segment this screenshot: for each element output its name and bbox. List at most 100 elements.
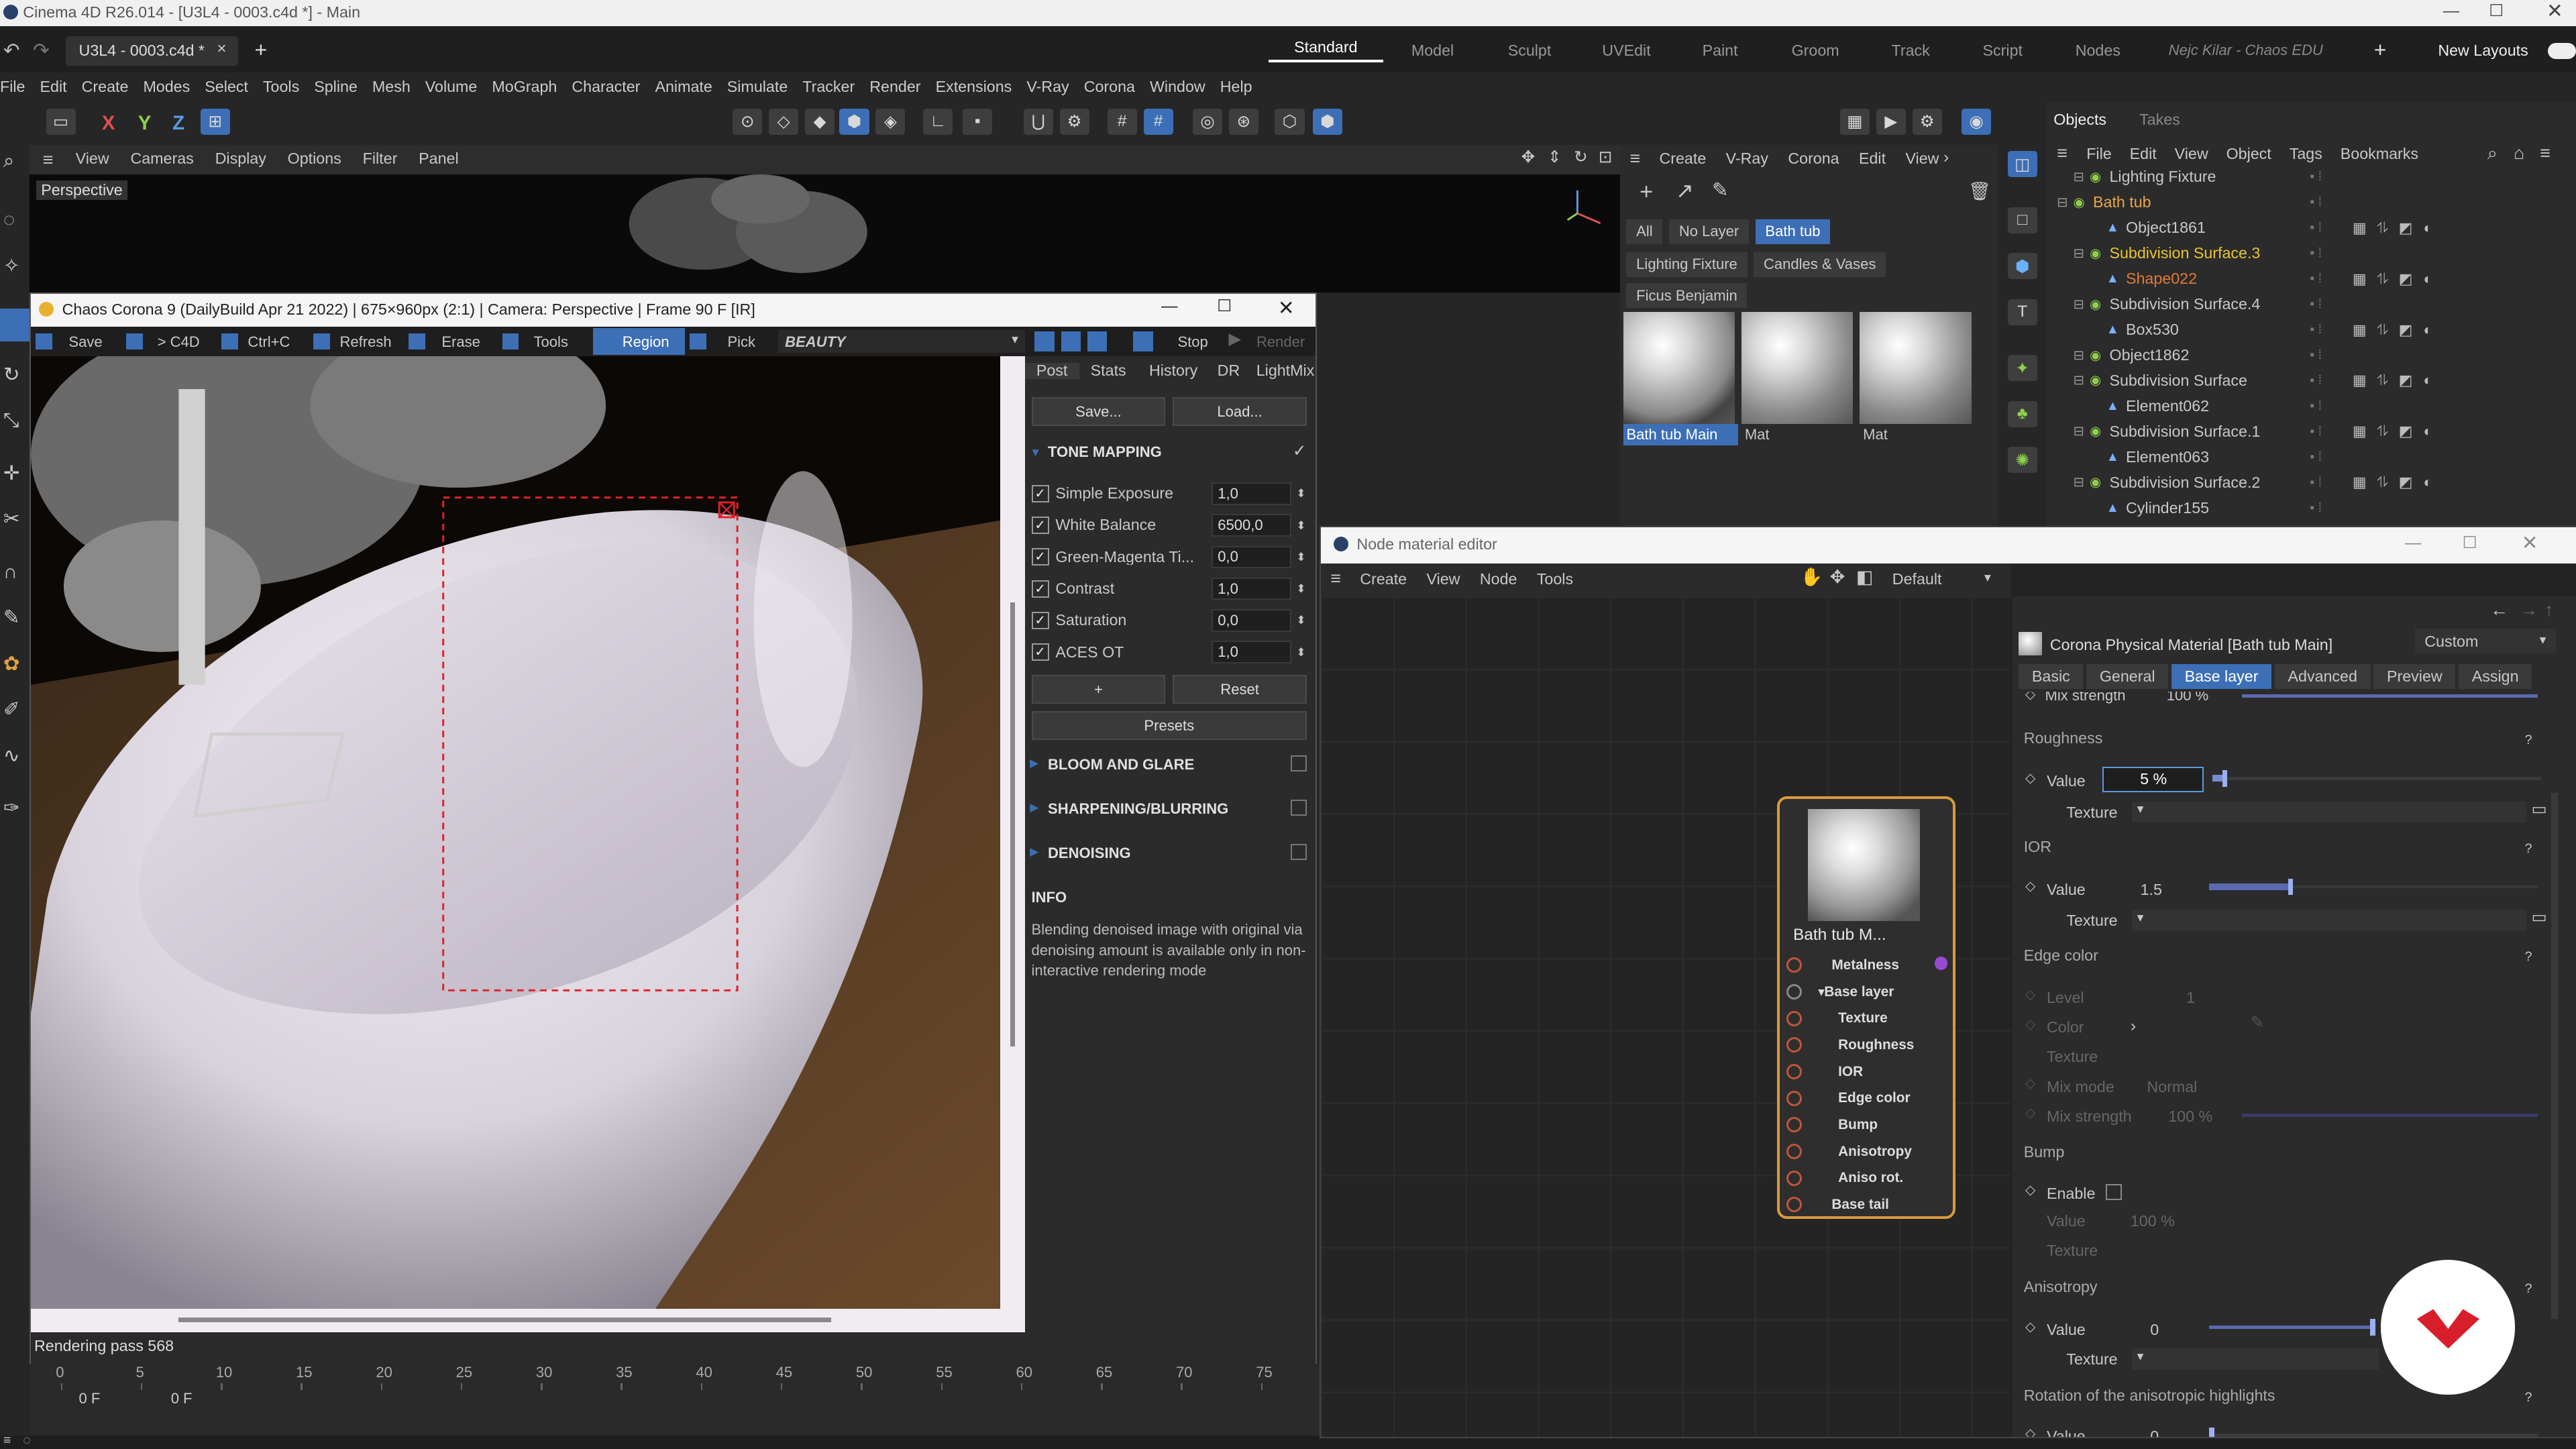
- help-icon[interactable]: ?: [2525, 733, 2532, 747]
- keyframe-icon[interactable]: ◇: [2025, 1320, 2035, 1334]
- node-menu-item[interactable]: Node: [1480, 572, 1517, 587]
- collapse-icon[interactable]: ▶: [1030, 845, 1038, 857]
- param-checkbox[interactable]: ✓: [1031, 611, 1049, 629]
- zoom-icon[interactable]: ⇕: [1548, 149, 1562, 166]
- object-row[interactable]: ▲ Object1861 ▪ ⁞ ▦ ⥮ ◩ ◐: [2047, 215, 2576, 241]
- trash-icon[interactable]: 🗑: [1968, 182, 1991, 201]
- make-editable-icon[interactable]: ▭: [46, 108, 76, 135]
- zoom-out-icon[interactable]: [1061, 331, 1081, 352]
- viewport[interactable]: Perspective: [30, 174, 1620, 292]
- scale-tool-icon[interactable]: ⤡: [3, 411, 19, 430]
- attr-scrollbar[interactable]: [2551, 793, 2558, 1320]
- visibility-icon[interactable]: ▪ ⁞: [2310, 424, 2353, 439]
- add-layout-icon[interactable]: +: [2374, 39, 2387, 61]
- tools-icon[interactable]: [502, 333, 519, 350]
- keyframe-icon[interactable]: ◇: [2025, 771, 2035, 786]
- node-port[interactable]: Edge color: [1780, 1085, 1949, 1112]
- ne-minimize-icon[interactable]: —: [2405, 535, 2421, 551]
- y-axis-lock[interactable]: Y: [138, 113, 152, 133]
- expand-toggle-icon[interactable]: ⊟: [2074, 246, 2090, 262]
- tone-mapping-checkmark-icon[interactable]: ✓: [1293, 443, 1307, 460]
- object-row[interactable]: ▲ Element062 ▪ ⁞: [2047, 393, 2576, 419]
- layout-tab[interactable]: Script: [1955, 43, 2050, 58]
- undo-icon[interactable]: ↶: [3, 41, 20, 60]
- menu-item[interactable]: File: [0, 79, 25, 95]
- node-menu-item[interactable]: View: [1426, 572, 1460, 587]
- param-value[interactable]: 6500,0: [1211, 514, 1292, 537]
- param-value[interactable]: 0,0: [1211, 545, 1292, 569]
- text-icon[interactable]: T: [2007, 299, 2037, 325]
- node-port[interactable]: Roughness: [1780, 1032, 1949, 1059]
- collapse-icon[interactable]: ▶: [1030, 757, 1038, 769]
- collapse-icon[interactable]: ▶: [1030, 801, 1038, 813]
- live-selection-icon[interactable]: ✧: [3, 256, 20, 276]
- visibility-icon[interactable]: ▪ ⁞: [2310, 475, 2353, 490]
- visibility-icon[interactable]: ▪ ⁞: [2310, 297, 2353, 312]
- rotation-slider-handle[interactable]: [2209, 1427, 2214, 1438]
- current-frame-field[interactable]: 0 F: [171, 1391, 193, 1406]
- node-port[interactable]: ▾ Base layer: [1780, 979, 1949, 1006]
- grid-icon[interactable]: #: [1107, 108, 1137, 135]
- layout-tab[interactable]: Sculpt: [1482, 43, 1577, 58]
- expand-toggle-icon[interactable]: ⊟: [2074, 474, 2090, 490]
- ior-texture-slot[interactable]: [2132, 910, 2527, 932]
- ior-slider-handle[interactable]: [2288, 878, 2294, 896]
- spinner-icon[interactable]: ⬍: [1296, 519, 1305, 531]
- eyedropper-icon[interactable]: ✎: [1712, 180, 1729, 200]
- node-canvas[interactable]: Bath tub M... Metalness ▾ Base layer Textu…: [1320, 596, 2011, 1438]
- layout-tab[interactable]: Paint: [1676, 43, 1764, 58]
- select-object-icon[interactable]: ◫: [2007, 151, 2037, 178]
- layer-lighting-fixture[interactable]: Lighting Fixture: [1626, 252, 1748, 277]
- layout-tab[interactable]: Standard: [1268, 39, 1384, 63]
- layer-ficus[interactable]: Ficus Benjamin: [1626, 283, 1748, 309]
- snap-icon[interactable]: ⋃: [1023, 108, 1053, 135]
- tab-takes[interactable]: Takes: [2139, 111, 2180, 127]
- menu-item[interactable]: Render: [869, 79, 920, 95]
- pick-icon[interactable]: [690, 333, 706, 350]
- param-checkbox[interactable]: ✓: [1031, 643, 1049, 661]
- layer-icon[interactable]: ⬢: [1312, 108, 1342, 135]
- object-row[interactable]: ▲ Box530 ▪ ⁞ ▦ ⥮ ◩ ◐: [2047, 317, 2576, 343]
- material-menu-item[interactable]: Corona: [1788, 151, 1839, 166]
- vfb-save-button[interactable]: Save: [68, 335, 102, 350]
- paint-icon[interactable]: ✿: [3, 653, 20, 674]
- visibility-icon[interactable]: ▪ ⁞: [2310, 271, 2353, 286]
- edges-mode-icon[interactable]: ◇: [769, 108, 799, 135]
- zoom-in-icon[interactable]: [1034, 331, 1055, 352]
- tab-objects[interactable]: Objects: [2053, 111, 2106, 127]
- anisotropy-slider[interactable]: [2209, 1325, 2374, 1329]
- keyframe-icon[interactable]: ◇: [2025, 1106, 2035, 1120]
- attr-tab-base-layer[interactable]: Base layer: [2171, 663, 2272, 690]
- visibility-icon[interactable]: ▪ ⁞: [2310, 373, 2353, 388]
- port-input-icon[interactable]: [1786, 1090, 1803, 1106]
- vfb-tools-button[interactable]: Tools: [533, 335, 568, 350]
- new-layouts-toggle[interactable]: [2548, 42, 2576, 60]
- search-icon[interactable]: ⌕: [3, 151, 14, 170]
- vfb-tab-lightmix[interactable]: LightMix: [1248, 363, 1322, 378]
- cube-icon[interactable]: ⬡: [1275, 108, 1305, 135]
- spinner-icon[interactable]: ⬍: [1296, 551, 1305, 563]
- port-input-icon[interactable]: [1786, 957, 1803, 973]
- tone-mapping-header[interactable]: TONE MAPPING: [1048, 445, 1162, 460]
- close-window-icon[interactable]: ✕: [2546, 1, 2563, 21]
- hamburger-icon[interactable]: ≡: [1330, 570, 1341, 588]
- x-axis-lock[interactable]: X: [102, 113, 115, 133]
- spinner-icon[interactable]: ⬍: [1296, 582, 1305, 594]
- object-row[interactable]: ▲ Element063 ▪ ⁞: [2047, 444, 2576, 470]
- layout-tab[interactable]: Track: [1866, 43, 1955, 58]
- anisotropy-texture-slot[interactable]: [2132, 1348, 2379, 1370]
- menu-item[interactable]: V-Ray: [1026, 79, 1069, 95]
- visibility-icon[interactable]: ▪ ⁞: [2310, 449, 2353, 465]
- attr-tab-preview[interactable]: Preview: [2373, 663, 2456, 690]
- filter-icon[interactable]: ≡: [2540, 144, 2551, 162]
- visibility-icon[interactable]: ▪ ⁞: [2310, 220, 2353, 235]
- to-c4d-icon[interactable]: [126, 333, 143, 350]
- material-swatch[interactable]: Mat: [1741, 312, 1856, 450]
- hamburger-icon[interactable]: ≡: [2057, 144, 2068, 162]
- objects-menu-item[interactable]: Tags: [2290, 146, 2322, 162]
- start-frame-field[interactable]: 0 F: [79, 1391, 101, 1406]
- folder-icon[interactable]: ▭: [2531, 801, 2546, 818]
- menu-item[interactable]: Corona: [1084, 79, 1135, 95]
- erase-icon[interactable]: [409, 333, 425, 350]
- roughness-slider[interactable]: [2212, 776, 2542, 780]
